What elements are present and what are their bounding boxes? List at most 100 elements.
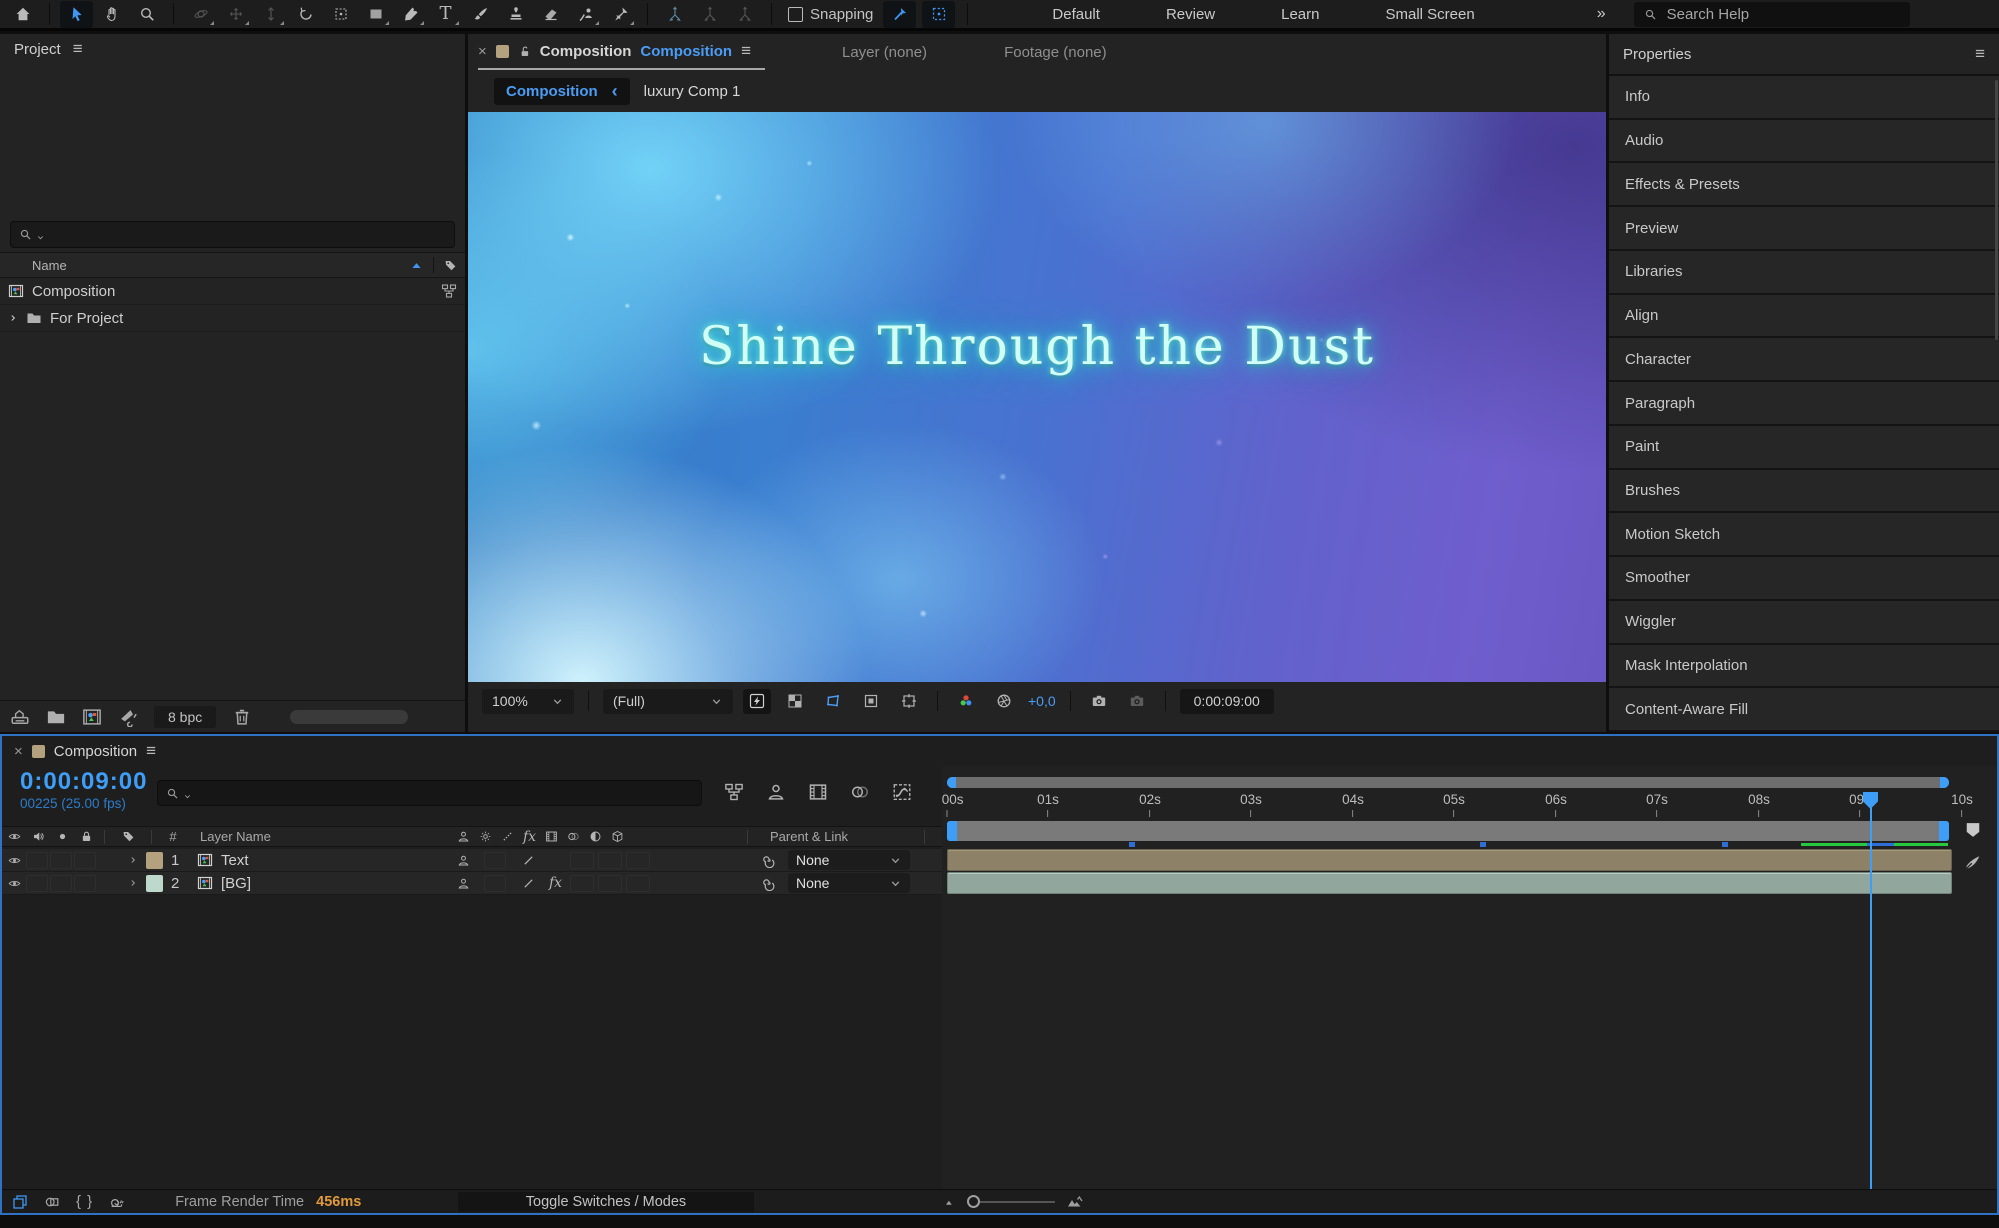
close-icon[interactable]: × — [478, 43, 487, 60]
composition-canvas[interactable]: Shine Through the Dust — [468, 112, 1606, 682]
adjustment-layer-switch-icon[interactable] — [589, 830, 602, 843]
horizontal-scrollbar[interactable] — [290, 710, 408, 724]
breadcrumb-comp-label[interactable]: Composition — [506, 83, 598, 100]
zoom-slider-knob[interactable] — [967, 1195, 980, 1208]
audio-cell[interactable] — [26, 852, 48, 869]
panel-tab-motion-sketch[interactable]: Motion Sketch — [1609, 513, 1999, 557]
quality-toggle-icon[interactable] — [522, 877, 535, 890]
effects-active-icon[interactable]: fx — [549, 875, 562, 891]
switch-cell[interactable] — [598, 875, 622, 892]
zoom-out-mountain-icon[interactable] — [944, 1195, 957, 1208]
snap-along-edges-toggle[interactable] — [883, 1, 916, 28]
panel-tab-wiggler[interactable]: Wiggler — [1609, 601, 1999, 645]
blending-mode-icon[interactable] — [44, 1194, 60, 1210]
local-axis-mode[interactable] — [658, 1, 691, 28]
effects-switch-icon[interactable]: fx — [523, 829, 536, 845]
current-time-indicator-line[interactable] — [1870, 796, 1872, 1189]
home-button[interactable] — [6, 1, 39, 28]
workspace-default[interactable]: Default — [1052, 6, 1100, 23]
workspace-review[interactable]: Review — [1166, 6, 1215, 23]
magnification-dropdown[interactable]: 100% — [482, 689, 574, 714]
collapse-cell[interactable] — [484, 852, 506, 869]
world-axis-mode[interactable] — [693, 1, 726, 28]
rotation-tool[interactable] — [289, 1, 322, 28]
layer-name-column[interactable]: Layer Name — [200, 829, 271, 844]
viewer-panel-menu-icon[interactable]: ≡ — [741, 41, 751, 61]
selection-tool[interactable] — [60, 1, 93, 28]
snap-to-features-toggle[interactable] — [922, 1, 955, 28]
frame-blending-icon[interactable] — [808, 782, 828, 802]
puppet-pin-tool[interactable] — [604, 1, 637, 28]
toggle-switches-modes-button[interactable]: Toggle Switches / Modes — [458, 1192, 754, 1212]
time-navigator-bar[interactable] — [947, 777, 1949, 788]
render-speed-snail-icon[interactable] — [109, 1194, 125, 1210]
expand-layer-chevron[interactable] — [128, 855, 138, 865]
switch-cell[interactable] — [570, 875, 594, 892]
breadcrumb-back-chevron[interactable]: ‹ — [612, 81, 618, 102]
layer-row-text[interactable]: 1 Text None — [2, 849, 942, 872]
pan-behind-tool[interactable] — [324, 1, 357, 28]
graph-editor-icon[interactable] — [892, 782, 912, 802]
panel-tab-brushes[interactable]: Brushes — [1609, 470, 1999, 514]
motion-blur-switch-icon[interactable] — [567, 830, 580, 843]
panel-tab-smoother[interactable]: Smoother — [1609, 557, 1999, 601]
switch-cell[interactable] — [626, 875, 650, 892]
video-column-icon[interactable] — [8, 830, 21, 843]
vertical-scrollbar[interactable] — [1995, 80, 1998, 340]
shy-switch-icon[interactable] — [457, 830, 470, 843]
layer-label-color[interactable] — [146, 852, 163, 869]
label-column-icon[interactable] — [122, 830, 135, 843]
collapse-cell[interactable] — [484, 875, 506, 892]
sort-ascending-icon[interactable] — [410, 259, 423, 272]
brush-tool[interactable] — [464, 1, 497, 28]
properties-panel-menu-icon[interactable]: ≡ — [1975, 44, 1985, 64]
delete-item-icon[interactable] — [232, 707, 252, 727]
audio-column-icon[interactable] — [32, 830, 45, 843]
new-folder-icon[interactable] — [46, 707, 66, 727]
composition-viewer-tab[interactable]: × Composition Composition ≡ — [478, 34, 765, 70]
timeline-search-box[interactable] — [157, 780, 702, 806]
type-tool[interactable]: T — [429, 1, 462, 28]
lock-cell[interactable] — [74, 875, 96, 892]
switch-cell[interactable] — [626, 852, 650, 869]
work-area-bar[interactable] — [947, 821, 1949, 841]
panel-tab-libraries[interactable]: Libraries — [1609, 251, 1999, 295]
view-axis-mode[interactable] — [728, 1, 761, 28]
name-column-label[interactable]: Name — [32, 258, 67, 273]
workspace-small-screen[interactable]: Small Screen — [1386, 6, 1475, 23]
interpret-footage-icon[interactable] — [10, 707, 30, 727]
label-color-chip[interactable] — [496, 45, 509, 58]
render-multiple-frames-icon[interactable] — [12, 1194, 28, 1210]
parent-pickwhip-icon[interactable] — [760, 852, 776, 868]
comp-button-icon[interactable] — [1963, 852, 1983, 872]
project-column-header[interactable]: Name — [0, 252, 465, 278]
zoom-slider-track[interactable] — [969, 1201, 1055, 1203]
transparency-grid-button[interactable] — [781, 689, 809, 714]
proxy-toggle-icon[interactable] — [118, 707, 138, 727]
close-icon[interactable]: × — [14, 743, 23, 760]
marker-dot[interactable] — [1722, 842, 1728, 847]
quality-switch-icon[interactable] — [501, 830, 514, 843]
audio-cell[interactable] — [26, 875, 48, 892]
layer-label-color[interactable] — [146, 875, 163, 892]
pen-tool[interactable] — [394, 1, 427, 28]
new-composition-icon[interactable] — [82, 707, 102, 727]
snapping-checkbox[interactable] — [788, 7, 803, 22]
lock-column-icon[interactable] — [80, 830, 93, 843]
breadcrumb[interactable]: Composition ‹ — [494, 78, 630, 105]
panel-tab-info[interactable]: Info — [1609, 76, 1999, 120]
quality-toggle-icon[interactable] — [522, 854, 535, 867]
workspace-learn[interactable]: Learn — [1281, 6, 1319, 23]
layer-viewer-tab[interactable]: Layer (none) — [842, 44, 927, 61]
panel-tab-align[interactable]: Align — [1609, 295, 1999, 339]
expand-chevron-icon[interactable] — [8, 313, 18, 323]
solo-cell[interactable] — [50, 875, 72, 892]
solo-column-icon[interactable] — [56, 830, 69, 843]
3d-layer-switch-icon[interactable] — [611, 830, 624, 843]
layer-number-column[interactable]: # — [158, 829, 188, 844]
timeline-panel-menu-icon[interactable]: ≡ — [146, 741, 156, 761]
panel-tab-character[interactable]: Character — [1609, 338, 1999, 382]
marker-dot[interactable] — [1129, 842, 1135, 847]
fast-previews-button[interactable] — [743, 689, 771, 714]
clone-stamp-tool[interactable] — [499, 1, 532, 28]
